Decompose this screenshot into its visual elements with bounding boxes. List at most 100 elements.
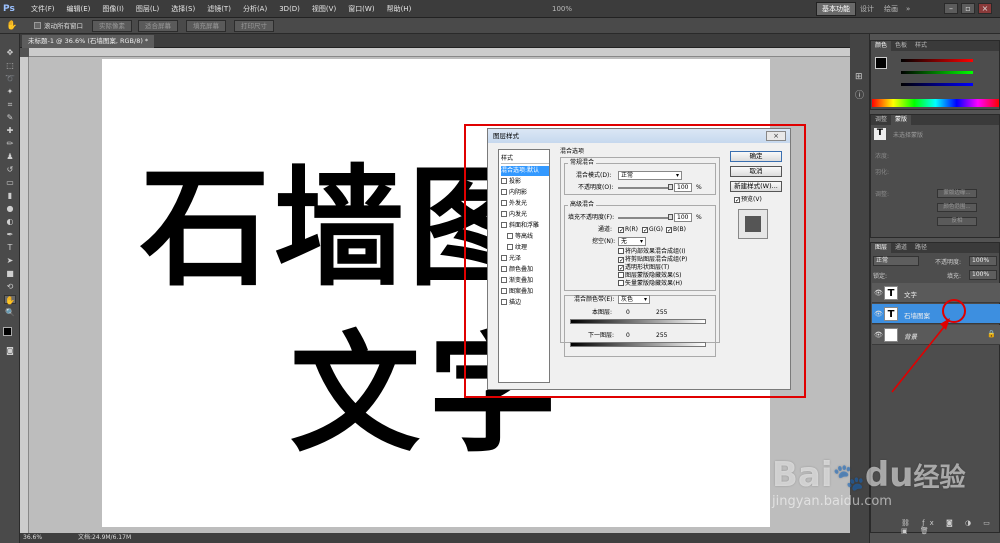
- tab-paths[interactable]: 路径: [911, 243, 931, 253]
- menu-select[interactable]: 选择(S): [165, 0, 201, 18]
- channel-g-checkbox[interactable]: ✓: [642, 227, 648, 234]
- style-checkbox[interactable]: [501, 200, 507, 206]
- style-checkbox[interactable]: [501, 288, 507, 294]
- tab-adjustments[interactable]: 调整: [871, 115, 891, 125]
- green-slider[interactable]: [901, 71, 973, 74]
- style-item-color-overlay[interactable]: 颜色叠加: [501, 265, 549, 275]
- menu-analysis[interactable]: 分析(A): [237, 0, 273, 18]
- eraser-tool-icon[interactable]: ▭: [4, 178, 16, 187]
- channel-b[interactable]: ✓B(B): [666, 226, 686, 234]
- fill-opacity-input[interactable]: 100: [674, 213, 692, 222]
- invert-button[interactable]: 反相: [937, 217, 977, 226]
- style-item-stroke[interactable]: 描边: [501, 298, 549, 308]
- layer-blend-mode-select[interactable]: 正常: [873, 256, 919, 266]
- channel-b-checkbox[interactable]: ✓: [666, 227, 672, 234]
- style-checkbox[interactable]: [507, 244, 513, 250]
- menu-filter[interactable]: 滤镜(T): [201, 0, 237, 18]
- menu-layer[interactable]: 图层(L): [130, 0, 165, 18]
- style-item-inner-glow[interactable]: 内发光: [501, 210, 549, 220]
- fill-opacity-slider[interactable]: [618, 217, 670, 219]
- style-checkbox[interactable]: [507, 233, 513, 239]
- adv-check-4[interactable]: 矢量蒙版隐藏效果(H): [618, 280, 682, 288]
- gradient-tool-icon[interactable]: ▮: [4, 191, 16, 200]
- menu-3d[interactable]: 3D(D): [273, 0, 306, 18]
- scroll-all-checkbox[interactable]: [34, 22, 41, 29]
- style-item-blend-default[interactable]: 混合选项:默认: [501, 166, 549, 176]
- channel-r[interactable]: ✓R(R): [618, 226, 638, 234]
- style-checkbox[interactable]: [501, 178, 507, 184]
- style-item-satin[interactable]: 光泽: [501, 254, 549, 264]
- style-checkbox[interactable]: [501, 299, 507, 305]
- zoom-level[interactable]: 100%: [552, 2, 572, 16]
- fill-opacity-slider-knob[interactable]: [668, 214, 673, 220]
- workspace-essentials-button[interactable]: 基本功能: [816, 2, 856, 16]
- color-range-button[interactable]: 颜色范围...: [937, 203, 977, 212]
- adv-checkbox[interactable]: ✓: [618, 257, 624, 264]
- fill-input[interactable]: 100%: [969, 270, 997, 280]
- quick-mask-icon[interactable]: ◙: [4, 346, 16, 355]
- healing-brush-icon[interactable]: ✚: [4, 126, 16, 135]
- adv-check-1[interactable]: ✓将剪贴图层混合成组(P): [618, 256, 687, 264]
- blend-if-select[interactable]: 灰色 ▾: [618, 295, 650, 304]
- move-tool-icon[interactable]: ✥: [4, 48, 16, 57]
- style-checkbox[interactable]: [501, 189, 507, 195]
- tab-layers[interactable]: 图层: [871, 243, 892, 253]
- info-panel-icon[interactable]: ⓘ: [855, 88, 864, 101]
- restore-icon[interactable]: ▫: [961, 3, 975, 14]
- style-item-pattern-overlay[interactable]: 图案叠加: [501, 287, 549, 297]
- opacity-input[interactable]: 100: [674, 183, 692, 192]
- lasso-tool-icon[interactable]: ➰: [4, 74, 16, 83]
- actual-pixels-button[interactable]: 实际像素: [92, 20, 132, 32]
- workspace-painting[interactable]: 绘画: [884, 2, 898, 16]
- eye-icon[interactable]: 👁: [874, 289, 883, 297]
- tab-styles[interactable]: 样式: [911, 41, 931, 51]
- opacity-slider-knob[interactable]: [668, 184, 673, 190]
- menu-help[interactable]: 帮助(H): [381, 0, 418, 18]
- workspace-design[interactable]: 设计: [860, 2, 874, 16]
- underlying-layer-gradient[interactable]: [570, 342, 706, 347]
- mask-edge-button[interactable]: 蒙版边缘...: [937, 189, 977, 198]
- magic-wand-icon[interactable]: ✦: [4, 87, 16, 96]
- print-size-button[interactable]: 打印尺寸: [234, 20, 274, 32]
- style-item-inner-shadow[interactable]: 内阴影: [501, 188, 549, 198]
- style-item-outer-glow[interactable]: 外发光: [501, 199, 549, 209]
- channel-g[interactable]: ✓G(G): [642, 226, 663, 234]
- tab-channels[interactable]: 通道: [891, 243, 911, 253]
- adv-check-2[interactable]: ✓透明形状图层(T): [618, 264, 669, 272]
- knockout-select[interactable]: 无 ▾: [618, 237, 646, 246]
- style-item-contour[interactable]: 等高线: [501, 232, 549, 242]
- foreground-swatch[interactable]: [875, 57, 887, 69]
- new-style-button[interactable]: 新建样式(W)...: [730, 181, 782, 192]
- workspace-more[interactable]: »: [906, 2, 910, 16]
- marquee-tool-icon[interactable]: ⬚: [4, 61, 16, 70]
- type-tool-icon[interactable]: T: [4, 243, 16, 252]
- style-item-drop-shadow[interactable]: 投影: [501, 177, 549, 187]
- fill-screen-button[interactable]: 填充屏幕: [186, 20, 226, 32]
- blend-mode-select[interactable]: 正常 ▾: [618, 171, 682, 180]
- menu-window[interactable]: 窗口(W): [342, 0, 380, 18]
- style-checkbox[interactable]: [501, 277, 507, 283]
- brush-tool-icon[interactable]: ✏: [4, 139, 16, 148]
- adv-check-3[interactable]: 图层蒙版隐藏效果(S): [618, 272, 682, 280]
- blur-tool-icon[interactable]: ●: [4, 204, 16, 213]
- document-tab[interactable]: 未标题-1 @ 36.6% (石墙图案, RGB/8) *: [22, 35, 155, 48]
- preview-checkbox-row[interactable]: ✓预览(V): [734, 196, 762, 204]
- shape-tool-icon[interactable]: ■: [4, 269, 16, 278]
- adv-checkbox[interactable]: [618, 272, 624, 278]
- style-item-texture[interactable]: 纹理: [501, 243, 549, 253]
- close-icon[interactable]: ×: [978, 3, 992, 14]
- cancel-button[interactable]: 取消: [730, 166, 782, 177]
- style-item-gradient-overlay[interactable]: 渐变叠加: [501, 276, 549, 286]
- layer-opacity-input[interactable]: 100%: [969, 256, 997, 266]
- color-spectrum[interactable]: [872, 99, 999, 107]
- 3d-rotate-icon[interactable]: ⟲: [4, 282, 16, 291]
- clone-stamp-icon[interactable]: ♟: [4, 152, 16, 161]
- fit-screen-button[interactable]: 适合屏幕: [138, 20, 178, 32]
- opacity-slider[interactable]: [618, 187, 670, 189]
- adv-checkbox[interactable]: ✓: [618, 265, 624, 272]
- path-select-icon[interactable]: ➤: [4, 256, 16, 265]
- eyedropper-tool-icon[interactable]: ✎: [4, 113, 16, 122]
- layer-footer-icons[interactable]: ⛓ ƒx ◙ ◑ ▭ ▣ 🗑: [901, 519, 999, 535]
- blue-slider[interactable]: [901, 83, 973, 86]
- channel-r-checkbox[interactable]: ✓: [618, 227, 624, 234]
